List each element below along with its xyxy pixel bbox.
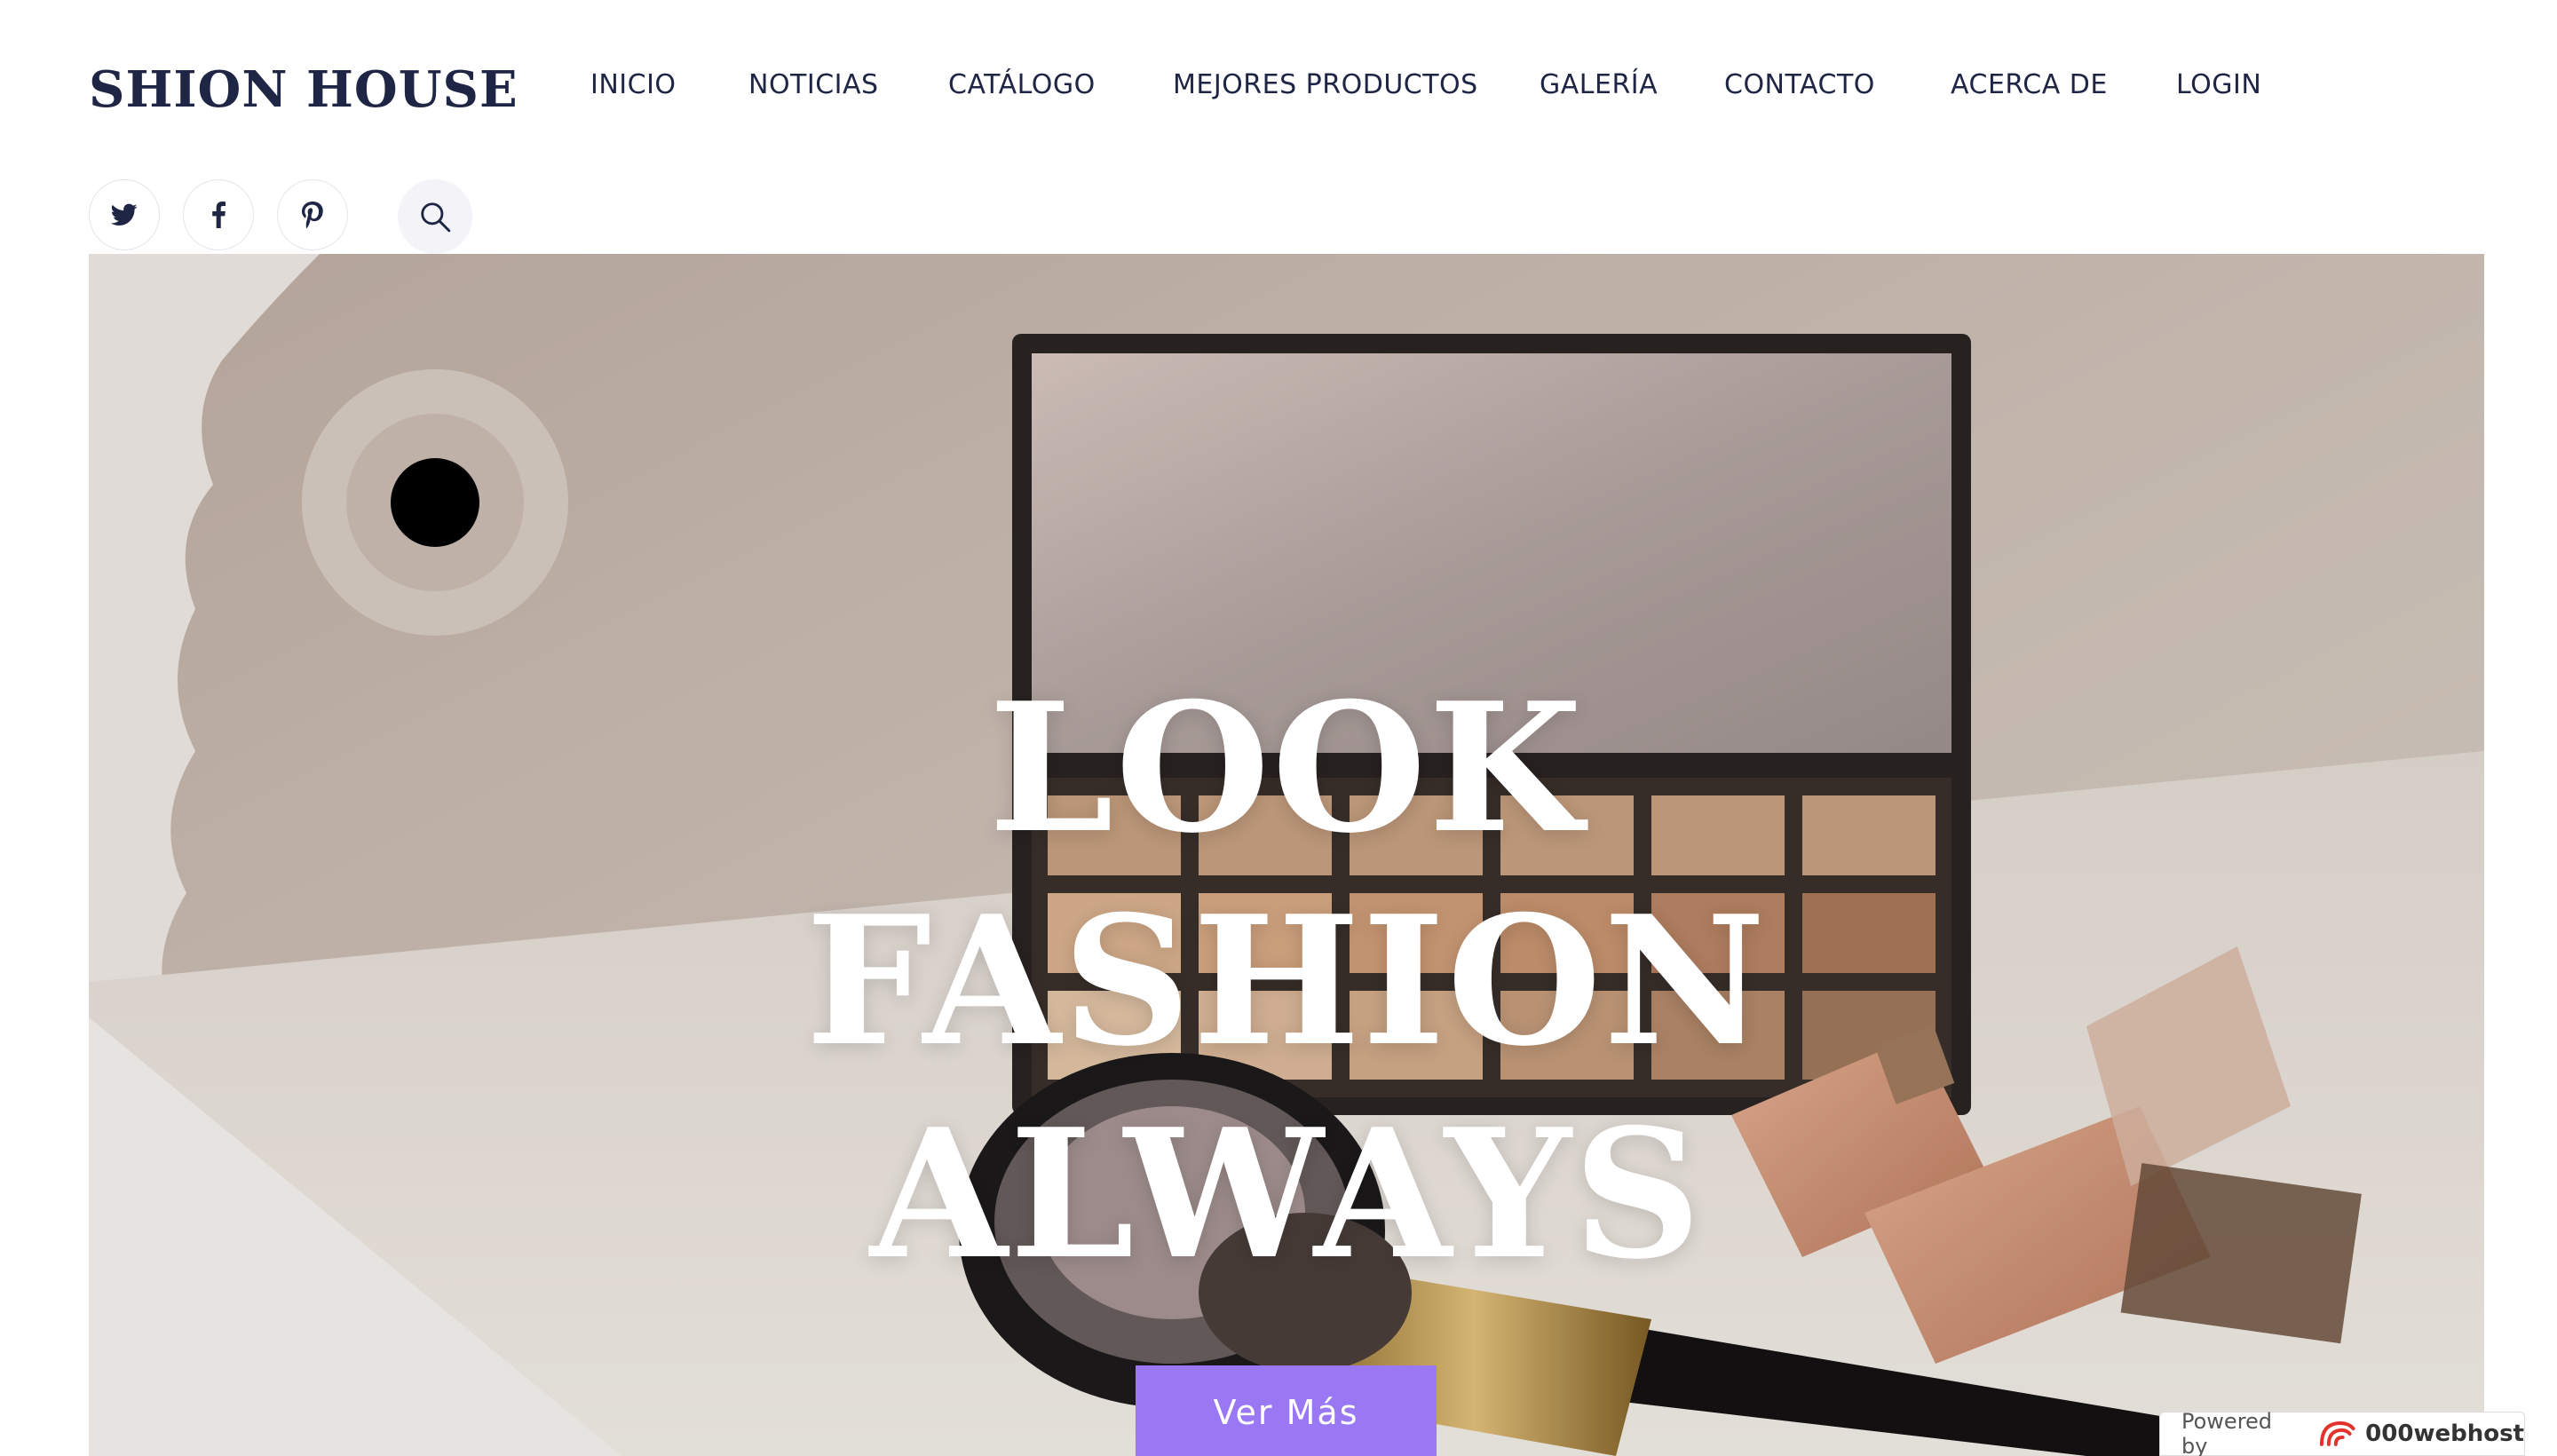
social-links — [89, 179, 533, 254]
000webhost-logo-icon — [2319, 1421, 2355, 1446]
nav-item-acerca-de[interactable]: ACERCA DE — [1951, 69, 2108, 100]
nav-item-noticias[interactable]: NOTICIAS — [748, 69, 879, 100]
facebook-icon — [212, 202, 226, 228]
nav-item-mejores-productos[interactable]: MEJORES PRODUCTOS — [1173, 69, 1478, 100]
powered-by-badge[interactable]: Powered by 000webhost — [2159, 1409, 2525, 1456]
search-icon — [421, 202, 451, 233]
facebook-button[interactable] — [183, 179, 254, 250]
pinterest-button[interactable] — [277, 179, 348, 250]
twitter-icon — [111, 203, 138, 226]
page: SHION HOUSE INICIO NOTICIAS CATÁLOGO MEJ… — [0, 0, 2557, 1456]
powered-by-brand: 000webhost — [2365, 1420, 2524, 1447]
hero-title-line-1: LOOK — [988, 664, 1585, 873]
hero-title: LOOK FASHION ALWAYS — [89, 662, 2484, 1302]
ver-mas-button[interactable]: Ver Más — [1136, 1365, 1437, 1456]
nav-item-galeria[interactable]: GALERÍA — [1540, 69, 1658, 100]
nav-item-catalogo[interactable]: CATÁLOGO — [948, 69, 1096, 100]
hero-title-line-2: FASHION — [805, 877, 1768, 1086]
hero-title-line-3: ALWAYS — [869, 1090, 1704, 1299]
nav-item-contacto[interactable]: CONTACTO — [1724, 69, 1875, 100]
main-nav: INICIO NOTICIAS CATÁLOGO MEJORES PRODUCT… — [0, 69, 2557, 105]
twitter-button[interactable] — [89, 179, 160, 250]
search-button[interactable] — [398, 179, 472, 254]
hero-banner: LOOK FASHION ALWAYS Ver Más — [89, 254, 2484, 1456]
powered-by-label: Powered by — [2181, 1409, 2273, 1456]
nav-item-inicio[interactable]: INICIO — [590, 69, 677, 100]
nav-item-login[interactable]: LOGIN — [2176, 69, 2261, 100]
pinterest-icon — [302, 202, 323, 228]
